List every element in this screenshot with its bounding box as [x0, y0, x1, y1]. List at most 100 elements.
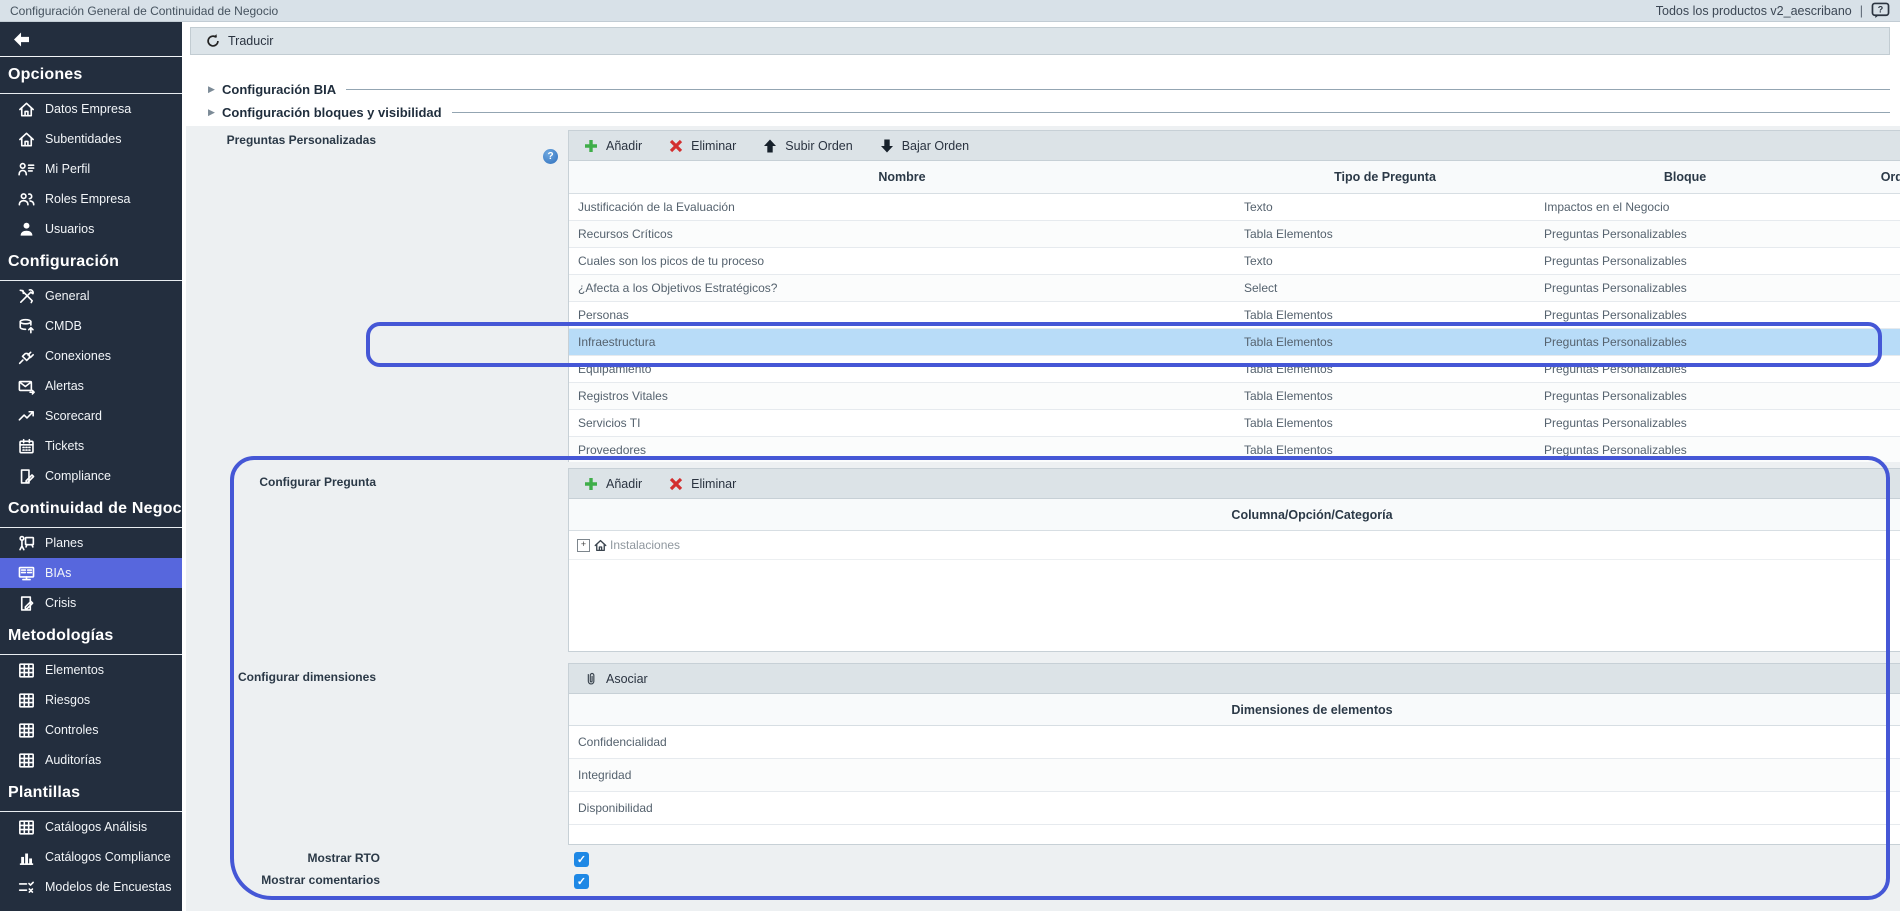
configure-question-panel: Añadir Eliminar Columna/Opción/Categoría… — [568, 468, 1900, 652]
sidebar-item-riesgos[interactable]: Riesgos — [0, 685, 182, 715]
sidebar-item-label: Catálogos Análisis — [45, 820, 147, 834]
delete-button[interactable]: Eliminar — [662, 474, 742, 494]
cell-orden: 6 — [1835, 362, 1900, 376]
x-icon — [668, 138, 684, 154]
section-configuracion-bloques[interactable]: ▶ Configuración bloques y visibilidad — [222, 101, 1890, 123]
cell-orden: 3 — [1835, 281, 1900, 295]
sidebar-item-cmdb[interactable]: CMDB — [0, 311, 182, 341]
sidebar-section-opciones: Opciones — [0, 57, 182, 94]
sidebar-item-crisis[interactable]: Crisis — [0, 588, 182, 618]
calendar-icon — [17, 437, 36, 456]
cell-tipo: Select — [1235, 281, 1535, 295]
sidebar-item-tickets[interactable]: Tickets — [0, 431, 182, 461]
show-rto-checkbox[interactable]: ✓ — [574, 852, 589, 867]
show-comments-checkbox[interactable]: ✓ — [574, 874, 589, 889]
arrow-up-icon — [762, 138, 778, 154]
column-header-tipo: Tipo de Pregunta — [1235, 170, 1535, 184]
sidebar-section-metodologias: Metodologías — [0, 618, 182, 655]
sidebar-item-mi-perfil[interactable]: Mi Perfil — [0, 154, 182, 184]
delete-button[interactable]: Eliminar — [662, 136, 742, 156]
table-grid-icon — [17, 661, 36, 680]
cell-tipo: Tabla Elementos — [1235, 335, 1535, 349]
sidebar-item-bias[interactable]: BIAs — [0, 558, 182, 588]
add-button[interactable]: Añadir — [577, 136, 648, 156]
sidebar-item-label: Controles — [45, 723, 99, 737]
associate-button[interactable]: Asociar — [577, 669, 654, 689]
table-row-registros-vitales[interactable]: Registros VitalesTabla ElementosPregunta… — [569, 383, 1900, 410]
sidebar-item-scorecard[interactable]: Scorecard — [0, 401, 182, 431]
sidebar-item-compliance[interactable]: Compliance — [0, 461, 182, 491]
questions-panel: Añadir Eliminar Subir Orden Bajar Orden … — [568, 130, 1900, 462]
table-row-equipamiento[interactable]: EquipamientoTabla ElementosPreguntas Per… — [569, 356, 1900, 383]
cell-orden: 1 — [1835, 227, 1900, 241]
configure-question-header: Columna/Opción/Categoría — [569, 499, 1900, 531]
cell-tipo: Tabla Elementos — [1235, 362, 1535, 376]
move-up-button[interactable]: Subir Orden — [756, 136, 858, 156]
dimension-row-integridad[interactable]: Integridad — [569, 759, 1900, 792]
sidebar-item-roles-empresa[interactable]: Roles Empresa — [0, 184, 182, 214]
help-icon[interactable]: ? — [543, 149, 558, 164]
dimension-row-confidencialidad[interactable]: Confidencialidad — [569, 726, 1900, 759]
tools-icon — [17, 287, 36, 306]
cell-tipo: Texto — [1235, 254, 1535, 268]
dimension-row-disponibilidad[interactable]: Disponibilidad — [569, 792, 1900, 825]
configure-question-toolbar: Añadir Eliminar — [569, 469, 1900, 499]
cell-orden: 8 — [1835, 416, 1900, 430]
sidebar-item-controles[interactable]: Controles — [0, 715, 182, 745]
table-grid-icon — [17, 818, 36, 837]
presenter-icon — [17, 534, 36, 553]
table-row-afecta-a-los-objetivos-estrategicos[interactable]: ¿Afecta a los Objetivos Estratégicos?Sel… — [569, 275, 1900, 302]
configure-dimensions-label: Configurar dimensiones — [186, 670, 382, 684]
section-configuracion-bia[interactable]: ▶ Configuración BIA — [222, 78, 1890, 100]
sidebar-item-datos-empresa[interactable]: Datos Empresa — [0, 94, 182, 124]
sidebar-nav: OpcionesDatos EmpresaSubentidadesMi Perf… — [0, 57, 182, 911]
sidebar-item-label: Compliance — [45, 469, 111, 483]
sidebar-item-usuarios[interactable]: Usuarios — [0, 214, 182, 244]
arrow-down-icon — [879, 138, 895, 154]
help-bubble-icon[interactable]: ? — [1871, 2, 1890, 19]
cell-nombre: Servicios TI — [569, 416, 1235, 430]
move-down-button[interactable]: Bajar Orden — [873, 136, 975, 156]
table-row-justificacion-de-la-evaluacion[interactable]: Justificación de la EvaluaciónTextoImpac… — [569, 194, 1900, 221]
sidebar-item-catalogos-analisis[interactable]: Catálogos Análisis — [0, 812, 182, 842]
table-row-proveedores[interactable]: ProveedoresTabla ElementosPreguntas Pers… — [569, 437, 1900, 462]
add-button[interactable]: Añadir — [577, 474, 648, 494]
cell-bloque: Preguntas Personalizables — [1535, 281, 1835, 295]
sidebar-item-catalogos-compliance[interactable]: Catálogos Compliance — [0, 842, 182, 872]
table-row-recursos-criticos[interactable]: Recursos CríticosTabla ElementosPregunta… — [569, 221, 1900, 248]
sidebar-item-planes[interactable]: Planes — [0, 528, 182, 558]
dimensions-table-body: ConfidencialidadIntegridadDisponibilidad — [569, 726, 1900, 825]
configure-dimensions-toolbar: Asociar — [569, 664, 1900, 694]
translate-button[interactable]: Traducir — [199, 31, 279, 51]
sidebar-item-label: Modelos de Encuestas — [45, 880, 171, 894]
sidebar-item-auditorias[interactable]: Auditorías — [0, 745, 182, 775]
sidebar-item-elementos[interactable]: Elementos — [0, 655, 182, 685]
table-row-infraestructura[interactable]: InfraestructuraTabla ElementosPreguntas … — [569, 329, 1900, 356]
sidebar-item-modelos-de-encuestas[interactable]: Modelos de Encuestas — [0, 872, 182, 902]
translate-toolbar: Traducir — [190, 27, 1890, 55]
sidebar-item-conexiones[interactable]: Conexiones — [0, 341, 182, 371]
sidebar-item-general[interactable]: General — [0, 281, 182, 311]
tree-item-instalaciones[interactable]: + Instalaciones — [569, 531, 1900, 560]
column-header-categoria: Columna/Opción/Categoría — [569, 508, 1900, 522]
cell-nombre: Infraestructura — [569, 335, 1235, 349]
plug-icon — [17, 347, 36, 366]
questions-table-body: Justificación de la EvaluaciónTextoImpac… — [569, 194, 1900, 462]
cell-tipo: Texto — [1235, 200, 1535, 214]
sidebar-item-subentidades[interactable]: Subentidades — [0, 124, 182, 154]
refresh-icon — [205, 33, 221, 49]
table-row-servicios-ti[interactable]: Servicios TITabla ElementosPreguntas Per… — [569, 410, 1900, 437]
cell-bloque: Impactos en el Negocio — [1535, 200, 1835, 214]
sidebar-item-alertas[interactable]: Alertas — [0, 371, 182, 401]
table-row-personas[interactable]: PersonasTabla ElementosPreguntas Persona… — [569, 302, 1900, 329]
cell-nombre: Justificación de la Evaluación — [569, 200, 1235, 214]
cell-bloque: Preguntas Personalizables — [1535, 335, 1835, 349]
home-icon — [593, 538, 608, 553]
profile-list-icon — [17, 160, 36, 179]
cell-nombre: Equipamiento — [569, 362, 1235, 376]
back-arrow-icon — [12, 32, 31, 47]
table-row-cuales-son-los-picos-de-tu-proceso[interactable]: Cuales son los picos de tu procesoTextoP… — [569, 248, 1900, 275]
expand-plus-icon[interactable]: + — [577, 539, 590, 552]
back-button[interactable] — [0, 22, 182, 57]
cell-tipo: Tabla Elementos — [1235, 389, 1535, 403]
